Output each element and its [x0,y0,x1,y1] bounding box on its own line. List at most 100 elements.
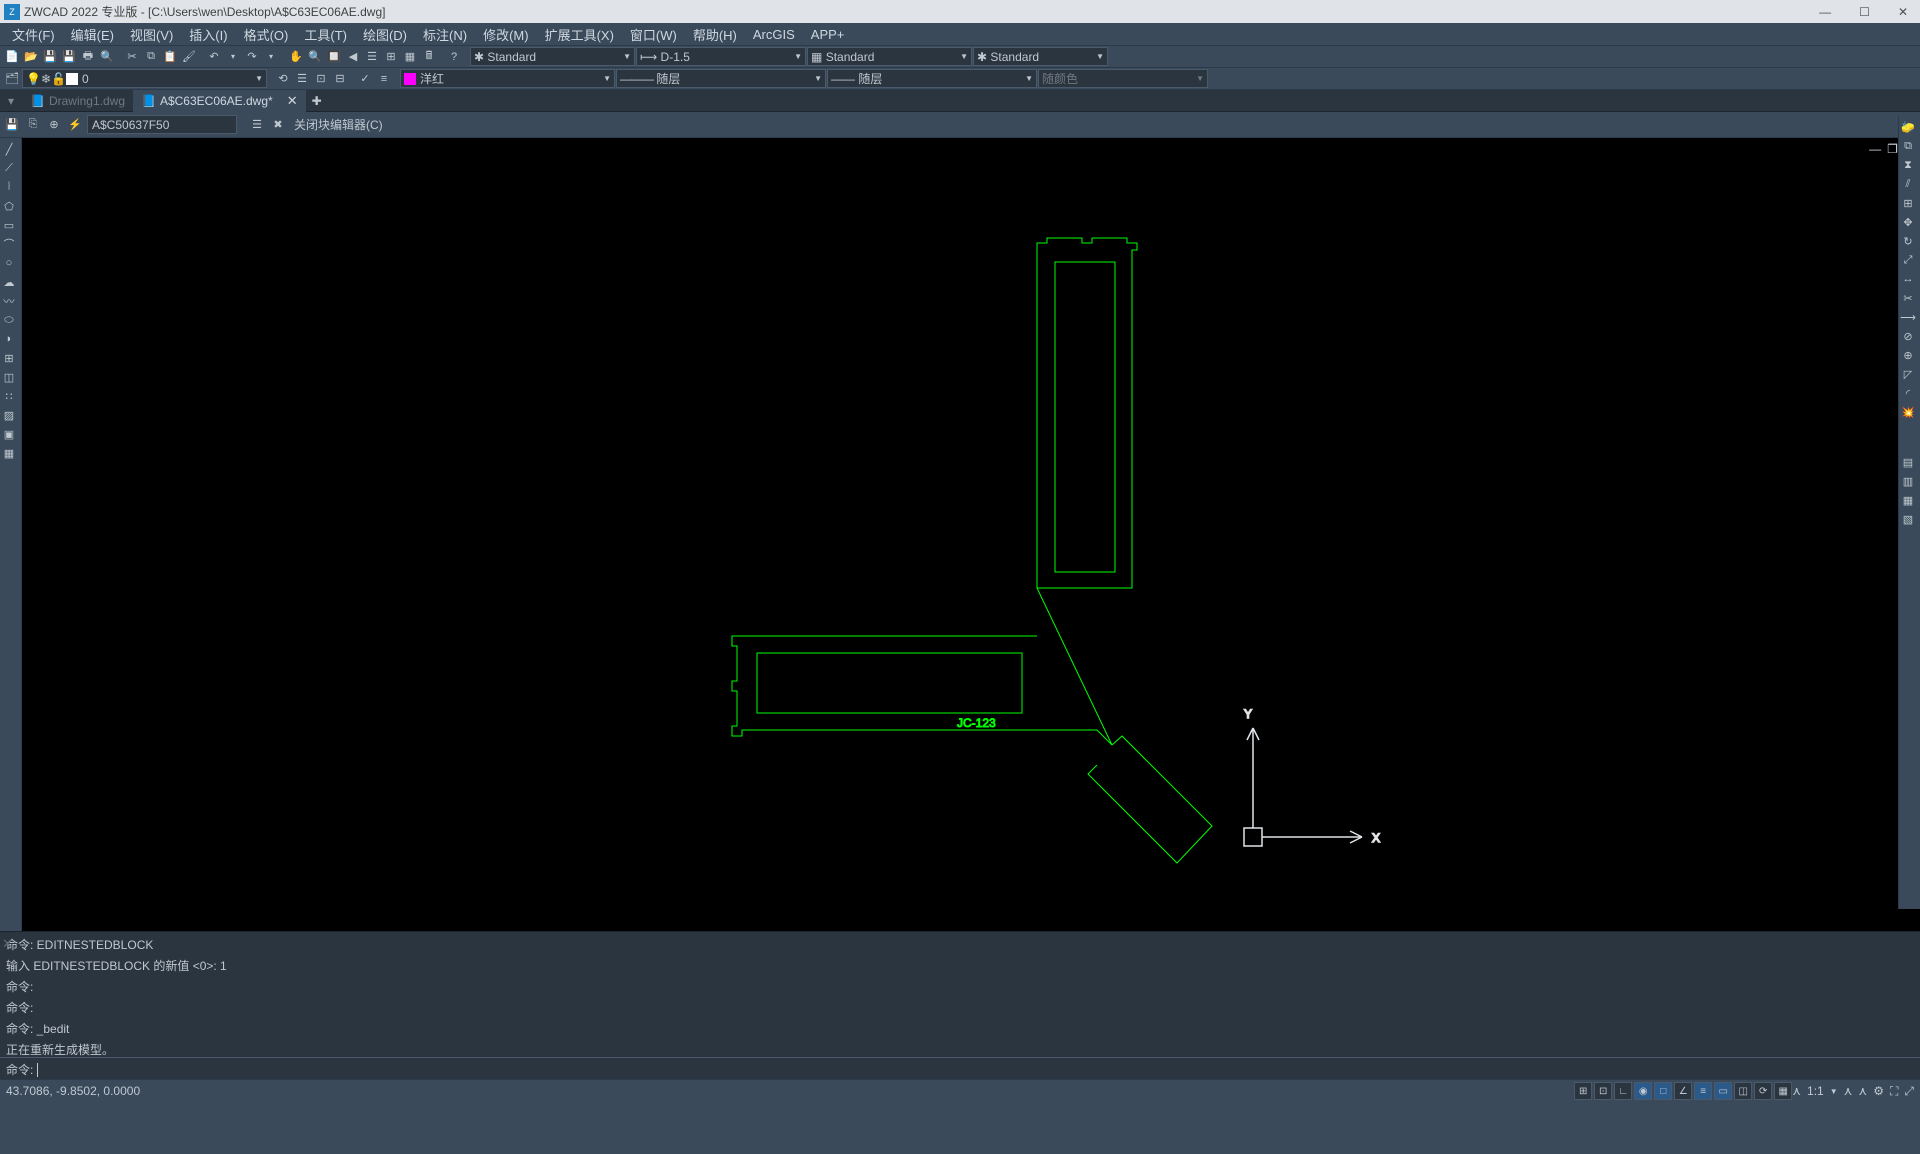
menu-edit[interactable]: 编辑(E) [63,23,122,46]
toolpal-icon[interactable]: ▦ [401,48,419,66]
linetype-dropdown[interactable]: ——— 随层 ▼ [616,69,826,88]
join-icon[interactable]: ⊕ [1899,346,1917,364]
menu-tools[interactable]: 工具(T) [296,23,355,46]
zoom-prev-icon[interactable]: ◀ [344,48,362,66]
tab-drawing1[interactable]: 📘 Drawing1.dwg [22,90,133,112]
bedit-attr-icon[interactable]: ☰ [248,116,266,134]
offset-icon[interactable]: ⫽ [1899,175,1917,193]
table-icon[interactable]: ▦ [0,444,18,462]
break-icon[interactable]: ⊘ [1899,327,1917,345]
erase-icon[interactable]: 🧽 [1899,118,1917,136]
zoom-win-icon[interactable]: 🔲 [325,48,343,66]
cmdwin-close-icon[interactable]: ✕ [2,934,13,954]
props-icon[interactable]: ☰ [363,48,381,66]
annovisibility-icon[interactable]: ⋏ [1844,1084,1853,1098]
snap-toggle[interactable]: ⊞ [1574,1082,1592,1100]
open-icon[interactable]: 📂 [22,48,40,66]
make-current-icon[interactable]: ✓ [356,70,374,88]
circle-icon[interactable]: ○ [0,254,18,272]
mirror-icon[interactable]: ⧗ [1899,156,1917,174]
xline-icon[interactable]: ⟋ [0,159,18,177]
layer-mgr-icon[interactable]: 🗂 [3,70,21,88]
redo-icon[interactable]: ↷ [243,48,261,66]
arc-icon[interactable]: ⌒ [0,235,18,253]
stretch-icon[interactable]: ↔ [1899,270,1917,288]
ellipsearc-icon[interactable]: ◗ [0,330,18,348]
print-icon[interactable]: 🖶 [79,48,97,66]
extend-icon[interactable]: ⟶ [1899,308,1917,326]
color-dropdown[interactable]: 洋红 ▼ [400,69,615,88]
move-icon[interactable]: ✥ [1899,213,1917,231]
bedit-action-icon[interactable]: ⚡ [66,116,84,134]
coords-readout[interactable]: 43.7086, -9.8502, 0.0000 [6,1084,1574,1098]
preview-icon[interactable]: 🔍 [98,48,116,66]
redo-dd-icon[interactable]: ▾ [262,48,280,66]
cleanscreen-icon[interactable]: ⛶ [1890,1084,1898,1099]
array-icon[interactable]: ⊞ [1899,194,1917,212]
chamfer-icon[interactable]: ◸ [1899,365,1917,383]
mlstyle-dropdown[interactable]: ✱ Standard ▼ [973,47,1108,66]
bedit-saveas-icon[interactable]: ⎘ [24,116,42,134]
rotate-icon[interactable]: ↻ [1899,232,1917,250]
menu-file[interactable]: 文件(F) [4,23,63,46]
undo-dd-icon[interactable]: ▾ [224,48,242,66]
cycle-toggle[interactable]: ⟳ [1754,1082,1772,1100]
maximize-button[interactable]: ☐ [1859,5,1870,19]
calc-icon[interactable]: 🖩 [420,48,438,66]
model-toggle[interactable]: ◫ [1734,1082,1752,1100]
annoscale-icon[interactable]: ⋏ [1792,1084,1801,1098]
paste-icon[interactable]: 📋 [161,48,179,66]
block-icon[interactable]: ◫ [0,368,18,386]
new-icon[interactable]: 📄 [3,48,21,66]
menu-express[interactable]: 扩展工具(X) [537,23,622,46]
workspace-icon[interactable]: ⚙ [1873,1084,1884,1098]
designcenter-icon[interactable]: ⊞ [382,48,400,66]
explode-icon[interactable]: 💥 [1899,403,1917,421]
palette3-icon[interactable]: ▦ [1899,491,1917,509]
menu-window[interactable]: 窗口(W) [622,23,685,46]
help-icon[interactable]: ? [445,48,463,66]
palette1-icon[interactable]: ▤ [1899,453,1917,471]
otrack-toggle[interactable]: ∠ [1674,1082,1692,1100]
layer-off-icon[interactable]: ⊟ [331,70,349,88]
point-icon[interactable]: ∷ [0,387,18,405]
lineweight-dropdown[interactable]: —— 随层 ▼ [827,69,1037,88]
ellipse-icon[interactable]: ⬭ [0,311,18,329]
pline-icon[interactable]: ⦚ [0,178,18,196]
save-icon[interactable]: 💾 [41,48,59,66]
fillet-icon[interactable]: ◜ [1899,384,1917,402]
annoscale-value[interactable]: 1:1 [1807,1084,1824,1098]
layer-state-icon[interactable]: ☰ [293,70,311,88]
region-icon[interactable]: ▣ [0,425,18,443]
menu-arcgis[interactable]: ArcGIS [745,25,803,44]
tab-close-icon[interactable]: ✕ [287,93,298,109]
block-name-input[interactable] [87,115,237,134]
anno-toggle[interactable]: ▦ [1774,1082,1792,1100]
cut-icon[interactable]: ✂ [123,48,141,66]
command-line[interactable]: 命令: [0,1057,1920,1079]
annoscale-dd-icon[interactable]: ▼ [1830,1087,1838,1096]
undo-icon[interactable]: ↶ [205,48,223,66]
osnap-toggle[interactable]: □ [1654,1082,1672,1100]
menu-appplus[interactable]: APP+ [803,25,853,44]
dyn-toggle[interactable]: ▭ [1714,1082,1732,1100]
bedit-save-icon[interactable]: 💾 [3,116,21,134]
close-block-editor-button[interactable]: 关闭块编辑器(C) [290,116,387,133]
polar-toggle[interactable]: ◉ [1634,1082,1652,1100]
textstyle-dropdown[interactable]: ✱ Standard ▼ [470,47,635,66]
menu-draw[interactable]: 绘图(D) [355,23,415,46]
rectangle-icon[interactable]: ▭ [0,216,18,234]
bedit-param-icon[interactable]: ⊕ [45,116,63,134]
grid-toggle[interactable]: ⊡ [1594,1082,1612,1100]
insert-icon[interactable]: ⊞ [0,349,18,367]
line-icon[interactable]: ╱ [0,140,18,158]
fullscreen-icon[interactable]: ⤢ [1904,1084,1914,1099]
menu-format[interactable]: 格式(O) [236,23,297,46]
annoauto-icon[interactable]: ⋏ [1858,1084,1867,1098]
drawing-canvas[interactable]: — ❐ ✕ JC-123 X [22,138,1920,931]
menu-modify[interactable]: 修改(M) [475,23,537,46]
close-button[interactable]: ✕ [1898,5,1908,19]
palette2-icon[interactable]: ▥ [1899,472,1917,490]
plotstyle-dropdown[interactable]: 随颜色 ▼ [1038,69,1208,88]
tabs-chevron-icon[interactable]: ▾ [0,94,22,108]
